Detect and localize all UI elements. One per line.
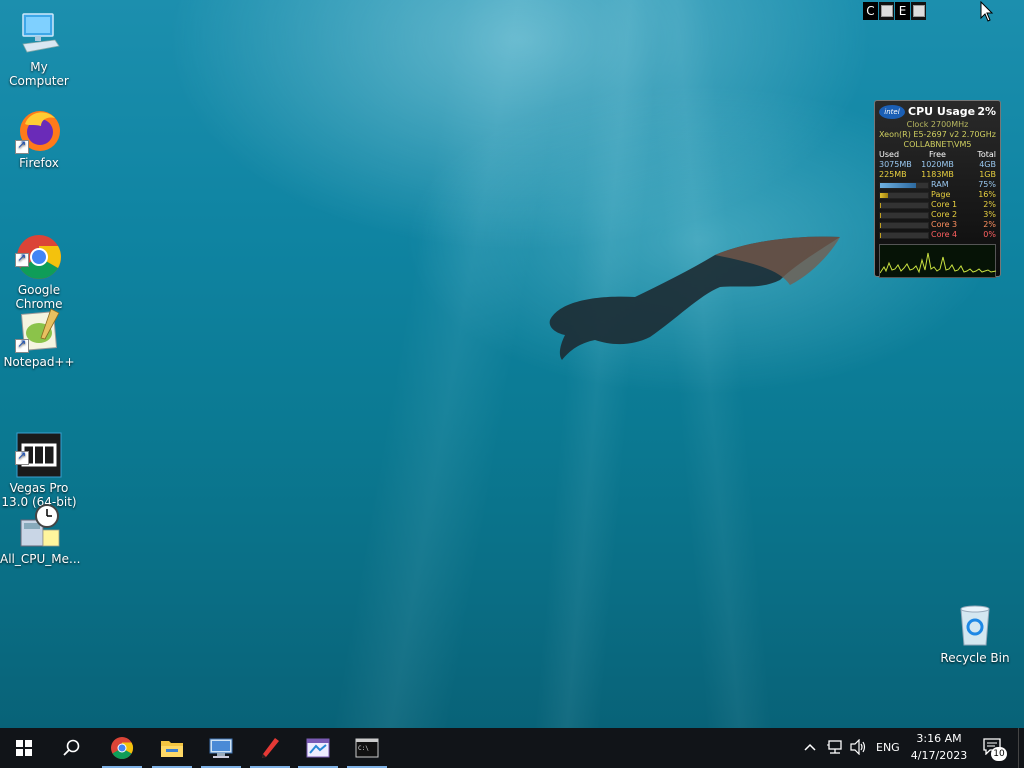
meter-page: Page 16% [879,190,996,200]
meter-value: 2% [983,200,996,209]
desktop-icon-label: Firefox [19,156,59,170]
notification-count-badge: 10 [991,747,1007,761]
clock-speed: Clock 2700MHz [906,120,969,129]
pen-icon [262,738,279,758]
show-desktop-button[interactable] [1018,728,1024,768]
desktop-icon-label: Notepad++ [3,355,75,369]
desktop-icon-notepad-plus-plus[interactable]: Notepad++ [0,305,78,369]
clock-date[interactable]: 4/17/2023 [904,749,974,762]
meter-label: Core 2 [931,210,958,219]
shortcut-arrow-icon [15,138,29,154]
chrome-icon [111,737,133,759]
gadget-title: CPU Usage [908,105,976,118]
ram-total: 4GB [979,160,996,169]
meter-value: 2% [983,220,996,229]
shortcut-arrow-icon [15,251,29,267]
taskbar-pen-app[interactable] [246,728,294,768]
host-name: COLLABNET\VM5 [903,140,972,149]
remote-desktop-icon [209,738,233,758]
taskbar-command-prompt[interactable]: C:\ [343,728,391,768]
meter-label: RAM [931,180,949,189]
meter-value: 16% [978,190,996,199]
language-indicator[interactable]: ENG [876,741,900,754]
window-app-icon [306,738,330,758]
search-button[interactable] [48,728,96,768]
meter-label: Core 4 [931,230,958,239]
desktop-icon-label: All_CPU_Me... [0,552,81,566]
desktop-icon-my-computer[interactable]: My Computer [0,10,78,88]
page-used: 225MB [879,170,907,179]
desktop-icon-label: My Computer [9,60,69,88]
taskbar-remote-desktop[interactable] [197,728,245,768]
header-used: Used [879,150,900,159]
intel-logo: intel [879,105,905,119]
shortcut-arrow-icon [15,449,29,465]
terminal-icon: C:\ [355,738,379,758]
computer-icon [22,13,60,53]
desktop-icon-all-cpu-meter[interactable]: All_CPU_Me... [0,502,81,566]
cpu-history-graph [879,244,997,278]
ram-used: 3075MB [879,160,912,169]
cpu-usage-gadget[interactable]: intel CPU Usage 2% Clock 2700MHz Xeon(R)… [874,100,1001,278]
meter-label: Page [931,190,951,199]
ram-free: 1020MB [921,160,954,169]
folder-icon [161,741,183,757]
page-free: 1183MB [921,170,954,179]
meter-value: 3% [983,210,996,219]
network-icon[interactable] [826,739,844,755]
processor-name: Xeon(R) E5-2697 v2 2.70GHz [879,130,996,139]
header-total: Total [977,150,996,159]
top-mini-toolbar: C E [863,2,926,20]
page-total: 1GB [979,170,996,179]
svg-text:C:\: C:\ [358,745,369,752]
window-thumbnail-icon[interactable] [911,2,926,20]
meter-ram: RAM 75% [879,180,996,190]
c-button[interactable]: C [863,2,878,20]
ram-row: 3075MB 1020MB 4GB [879,160,996,170]
taskbar-file-explorer[interactable] [148,728,196,768]
page-row: 225MB 1183MB 1GB [879,170,996,180]
taskbar-chrome[interactable] [98,728,146,768]
header-free: Free [929,150,946,159]
meter-core-2: Core 2 3% [879,210,996,220]
meter-value: 0% [983,230,996,239]
taskbar: C:\ ENG 3:16 AM 4/17/2023 10 [0,728,1024,768]
meter-core-3: Core 3 2% [879,220,996,230]
memory-headers: Used Free Total [879,150,996,160]
desktop-icon-recycle-bin[interactable]: Recycle Bin [936,601,1014,665]
meter-label: Core 1 [931,200,958,209]
cpu-usage-percent: 2% [977,105,996,118]
usage-meters: RAM 75% Page 16% Core 1 2% Core 2 3% Cor… [879,180,996,240]
mouse-cursor-icon [980,1,994,22]
wallpaper-diver [549,236,840,360]
action-center-button[interactable]: 10 [982,737,1008,761]
wallpaper-light-rays [0,0,1024,728]
speaker-icon[interactable] [849,739,867,755]
meter-value: 75% [978,180,996,189]
meter-core-1: Core 1 2% [879,200,996,210]
desktop-icon-label: Recycle Bin [940,651,1010,665]
show-hidden-icons-chevron-icon[interactable] [804,741,816,753]
e-button[interactable]: E [895,2,910,20]
taskbar-window-app[interactable] [294,728,342,768]
clock-time[interactable]: 3:16 AM [904,732,974,745]
search-icon [63,739,80,756]
meter-core-4: Core 4 0% [879,230,996,240]
recycle-bin-icon [960,605,990,646]
desktop-icon-firefox[interactable]: Firefox [0,106,78,170]
windows-logo-icon [16,740,32,756]
shortcut-arrow-icon [15,337,29,353]
start-button[interactable] [0,728,48,768]
calculator-clock-icon [20,504,60,547]
window-thumbnail-icon[interactable] [879,2,894,20]
meter-label: Core 3 [931,220,958,229]
